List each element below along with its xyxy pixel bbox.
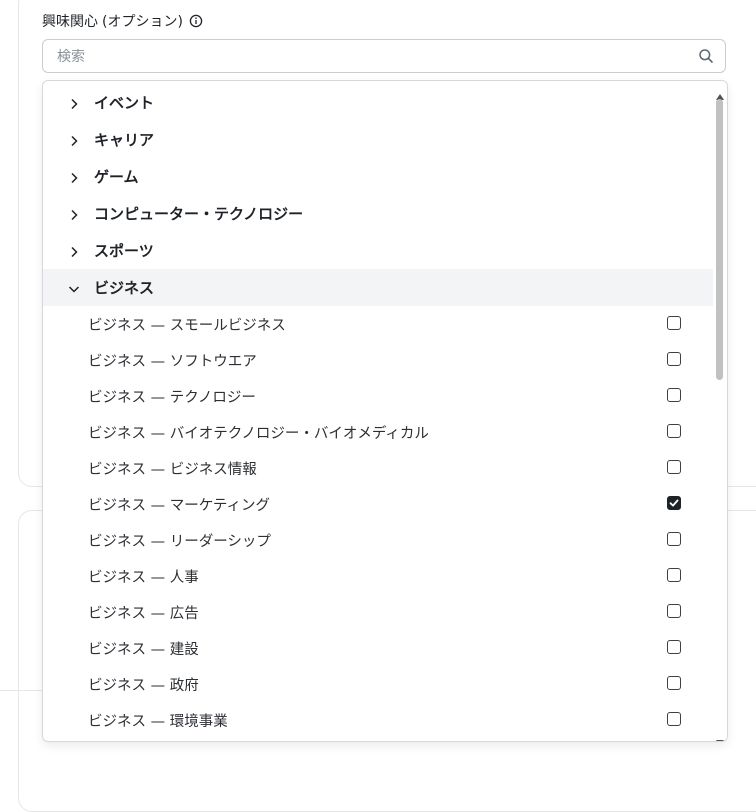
search-icon[interactable] bbox=[698, 48, 714, 64]
checkbox[interactable] bbox=[667, 604, 681, 618]
option-row[interactable]: ビジネス — 人事 bbox=[43, 558, 715, 594]
chevron-right-icon bbox=[68, 170, 80, 184]
option-row[interactable]: ビジネス — マーケティング bbox=[43, 486, 715, 522]
info-icon[interactable] bbox=[189, 14, 203, 28]
scroll-down-arrow-icon[interactable] bbox=[716, 731, 724, 741]
option-label: ビジネス — マーケティング bbox=[88, 497, 271, 514]
chevron-down-icon bbox=[68, 281, 80, 293]
chevron-right-icon bbox=[68, 244, 80, 258]
checkbox[interactable] bbox=[667, 640, 681, 654]
option-row[interactable]: ビジネス — バイオテクノロジー・バイオメディカル bbox=[43, 414, 715, 450]
scrollbar-thumb[interactable] bbox=[716, 99, 723, 380]
category-row-business[interactable]: ビジネス bbox=[43, 269, 715, 306]
option-label: ビジネス — リーダーシップ bbox=[88, 533, 271, 550]
category-row-games[interactable]: ゲーム bbox=[43, 158, 715, 195]
option-row[interactable]: ビジネス — 政府 bbox=[43, 666, 715, 702]
checkbox[interactable] bbox=[667, 532, 681, 546]
chevron-right-icon bbox=[68, 133, 80, 147]
option-row[interactable]: ビジネス — 建設 bbox=[43, 630, 715, 666]
option-label: ビジネス — 広告 bbox=[88, 605, 199, 622]
option-label: ビジネス — ビジネス情報 bbox=[88, 461, 257, 478]
option-label: ビジネス — 環境事業 bbox=[88, 713, 228, 730]
category-label: ビジネス bbox=[94, 279, 155, 297]
option-label: ビジネス — バイオテクノロジー・バイオメディカル bbox=[88, 425, 429, 442]
option-label: ビジネス — スモールビジネス bbox=[88, 317, 286, 334]
search-input[interactable] bbox=[55, 40, 679, 74]
option-row[interactable]: ビジネス — ビジネス情報 bbox=[43, 450, 715, 486]
interests-list: イベント キャリア ゲーム コンピューター・テクノロジー スポーツ ビジネス ビ… bbox=[43, 84, 715, 738]
checkbox[interactable] bbox=[667, 388, 681, 402]
field-label-optional: (オプション) bbox=[102, 14, 183, 30]
category-row-events[interactable]: イベント bbox=[43, 84, 715, 121]
checkbox[interactable] bbox=[667, 352, 681, 366]
option-row[interactable]: ビジネス — スモールビジネス bbox=[43, 306, 715, 342]
search-field[interactable] bbox=[42, 39, 726, 74]
option-label: ビジネス — 政府 bbox=[88, 677, 199, 694]
option-row[interactable]: ビジネス — 広告 bbox=[43, 594, 715, 630]
interests-field-label: 興味関心 (オプション) bbox=[42, 10, 203, 32]
option-label: ビジネス — テクノロジー bbox=[88, 389, 256, 406]
checkbox[interactable] bbox=[667, 568, 681, 582]
chevron-right-icon bbox=[68, 96, 80, 110]
option-label: ビジネス — 人事 bbox=[88, 569, 199, 586]
option-row[interactable]: ビジネス — ソフトウエア bbox=[43, 342, 715, 378]
option-label: ビジネス — ソフトウエア bbox=[88, 353, 257, 370]
category-label: キャリア bbox=[94, 131, 155, 149]
checkmark-icon bbox=[669, 499, 679, 507]
category-row-sports[interactable]: スポーツ bbox=[43, 232, 715, 269]
checkbox[interactable] bbox=[667, 676, 681, 690]
option-row[interactable]: ビジネス — リーダーシップ bbox=[43, 522, 715, 558]
checkbox-checked[interactable] bbox=[667, 496, 681, 510]
option-row[interactable]: ビジネス — 環境事業 bbox=[43, 702, 715, 738]
category-row-computers-technology[interactable]: コンピューター・テクノロジー bbox=[43, 195, 715, 232]
category-row-career[interactable]: キャリア bbox=[43, 121, 715, 158]
chevron-right-icon bbox=[68, 207, 80, 221]
interests-dropdown[interactable]: イベント キャリア ゲーム コンピューター・テクノロジー スポーツ ビジネス ビ… bbox=[42, 80, 728, 742]
scroll-up-arrow-icon[interactable] bbox=[716, 85, 724, 100]
checkbox[interactable] bbox=[667, 712, 681, 726]
category-label: ゲーム bbox=[94, 168, 139, 186]
checkbox[interactable] bbox=[667, 460, 681, 474]
divider bbox=[0, 690, 42, 691]
scrollbar[interactable] bbox=[713, 81, 727, 741]
field-label-text: 興味関心 bbox=[42, 14, 98, 30]
category-label: コンピューター・テクノロジー bbox=[94, 205, 304, 223]
checkbox[interactable] bbox=[667, 424, 681, 438]
category-label: スポーツ bbox=[94, 242, 154, 260]
category-label: イベント bbox=[94, 94, 155, 112]
option-label: ビジネス — 建設 bbox=[88, 641, 199, 658]
option-row[interactable]: ビジネス — テクノロジー bbox=[43, 378, 715, 414]
checkbox[interactable] bbox=[667, 316, 681, 330]
